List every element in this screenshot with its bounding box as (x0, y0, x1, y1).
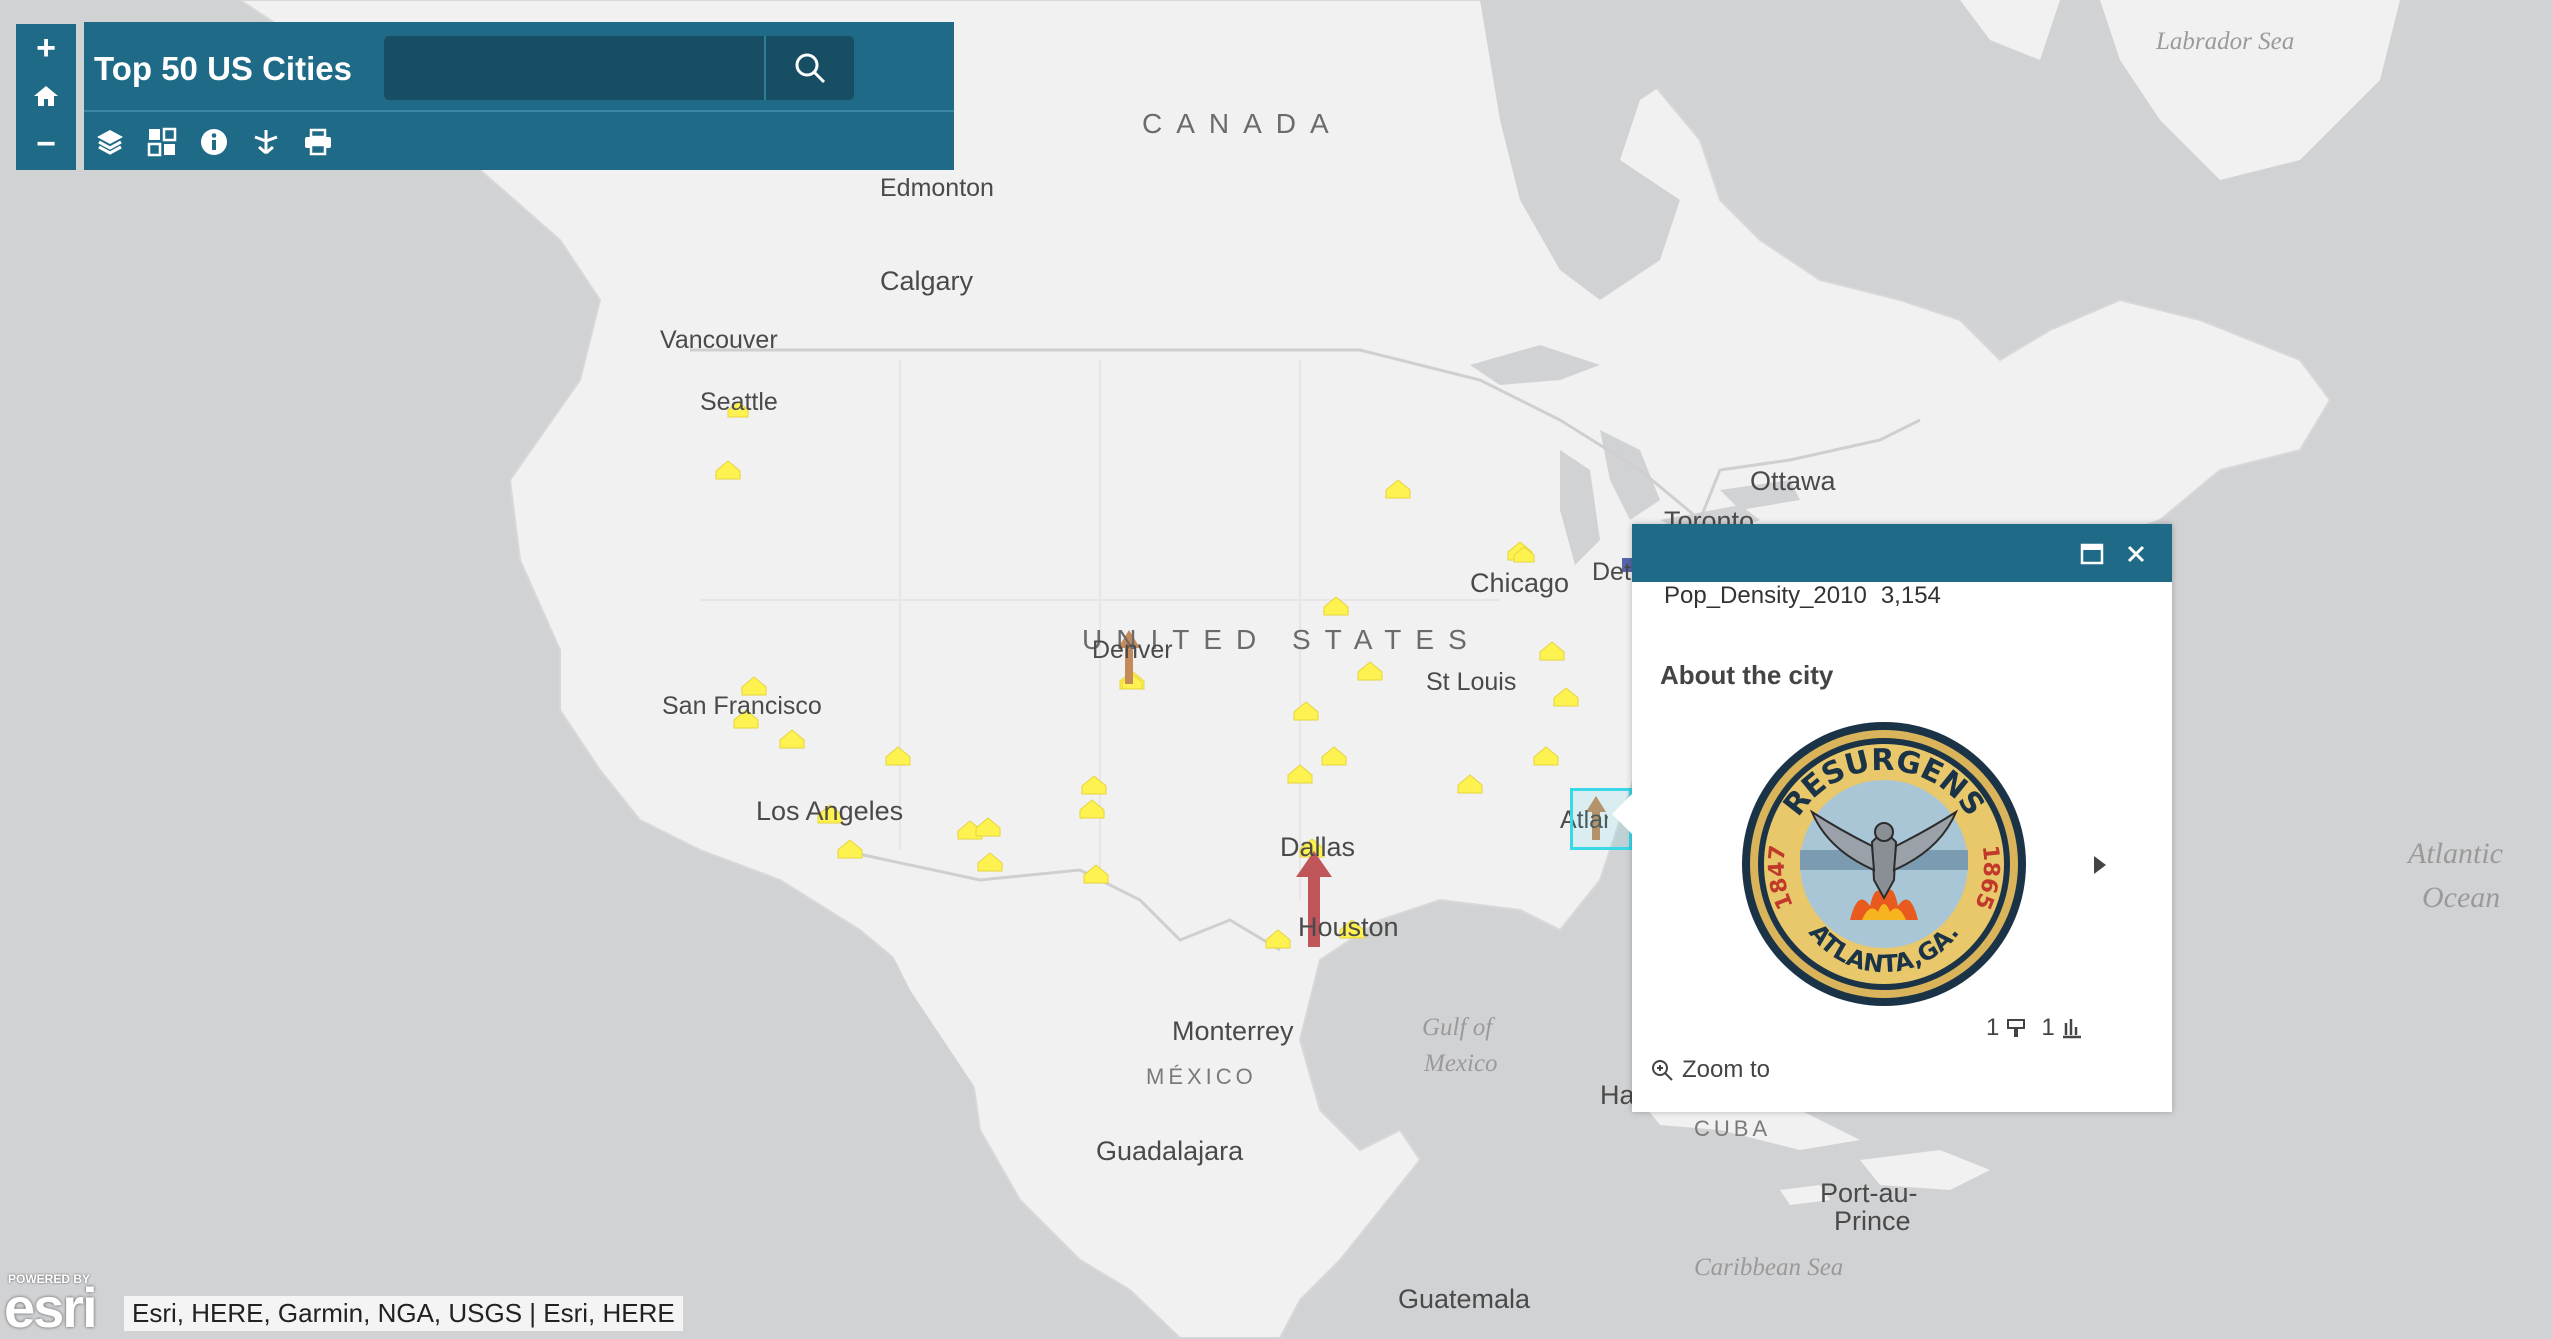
home-icon (34, 86, 58, 106)
media-next-button[interactable] (2092, 854, 2108, 881)
share-button[interactable] (240, 116, 292, 168)
label-dallas: Dallas (1280, 832, 1356, 862)
label-atlantic-1: Atlantic (2408, 837, 2503, 870)
popup-field-row: Pop_Density_2010 3,154 (1664, 582, 1941, 610)
map-attribution: Esri, HERE, Garmin, NGA, USGS | Esri, HE… (124, 1296, 683, 1331)
layers-button[interactable] (84, 116, 136, 168)
label-denver: Denver (1092, 636, 1173, 664)
layers-icon (97, 130, 123, 155)
popup-section-title: About the city (1660, 660, 1834, 690)
close-icon (2127, 545, 2145, 563)
about-button[interactable] (188, 116, 240, 168)
search-button[interactable] (764, 36, 854, 100)
label-edmonton: Edmonton (880, 174, 994, 202)
header-divider (84, 110, 954, 112)
search-input[interactable] (394, 44, 768, 92)
label-guadalajara: Guadalajara (1096, 1136, 1244, 1166)
home-button[interactable] (16, 72, 76, 120)
image-count: 1 (1986, 1014, 2000, 1041)
app-title: Top 50 US Cities (94, 50, 352, 87)
toolbar (84, 114, 344, 170)
label-port-au-prince-1: Port-au- (1820, 1178, 1918, 1208)
basemap-gallery-icon (147, 127, 177, 157)
label-chicago: Chicago (1470, 568, 1570, 598)
label-vancouver: Vancouver (660, 326, 778, 354)
label-cuba: CUBA (1694, 1116, 1772, 1141)
label-canada: CANADA (1142, 108, 1343, 139)
bar-chart-icon (2062, 1019, 2081, 1039)
label-labrador-sea: Labrador Sea (2156, 28, 2295, 55)
label-guatemala: Guatemala (1398, 1284, 1531, 1314)
basemap-gallery-button[interactable] (136, 116, 188, 168)
share-icon (254, 130, 278, 155)
zoom-in-button[interactable]: + (16, 24, 76, 72)
chart-count: 1 (2041, 1014, 2055, 1041)
label-caribbean-sea: Caribbean Sea (1694, 1254, 1844, 1281)
label-seattle: Seattle (700, 388, 778, 416)
search-icon (795, 53, 826, 84)
label-los-angeles: Los Angeles (756, 796, 904, 826)
search-box (384, 36, 854, 100)
zoom-to-link[interactable]: Zoom to (1650, 1056, 1770, 1084)
maximize-icon (2080, 543, 2104, 565)
image-icon (2007, 1019, 2026, 1037)
chevron-right-icon (2094, 856, 2106, 874)
app-header: Top 50 US Cities (84, 22, 954, 170)
popup-close-button[interactable] (2116, 534, 2156, 574)
city-seal-image: RESURGENS ATLANTA,GA. 1847 1865 (1742, 722, 2026, 1006)
label-mexico: MÉXICO (1146, 1064, 1257, 1089)
print-icon (305, 128, 331, 156)
popup-maximize-button[interactable] (2072, 534, 2112, 574)
label-san-francisco: San Francisco (662, 692, 822, 720)
esri-logo-text: esri (4, 1276, 98, 1339)
field-value: 3,154 (1880, 582, 1941, 609)
esri-logo[interactable]: POWERED BY esri (2, 1270, 120, 1336)
label-houston: Houston (1298, 912, 1399, 942)
label-ottawa: Ottawa (1750, 466, 1836, 496)
label-gulf-of-mexico-1: Gulf of (1422, 1014, 1493, 1041)
zoom-in-icon (1652, 1060, 1673, 1081)
zoom-control: + − (16, 24, 76, 170)
zoom-to-label: Zoom to (1682, 1056, 1771, 1083)
field-name: Pop_Density_2010 (1664, 582, 1867, 609)
label-st-louis: St Louis (1426, 668, 1517, 696)
popup-header (1632, 524, 2172, 582)
media-counts: 1 1 (1986, 1014, 2083, 1042)
feature-popup: Pop_Density_2010 3,154 About the city RES… (1612, 524, 2172, 1112)
label-monterrey: Monterrey (1172, 1016, 1294, 1046)
zoom-out-button[interactable]: − (16, 120, 76, 168)
popup-pointer (1612, 794, 1632, 834)
print-button[interactable] (292, 116, 344, 168)
info-icon (201, 129, 227, 155)
label-calgary: Calgary (880, 266, 974, 296)
label-atlantic-2: Ocean (2422, 881, 2501, 914)
label-port-au-prince-2: Prince (1834, 1206, 1911, 1236)
label-gulf-of-mexico-2: Mexico (1424, 1050, 1498, 1077)
label-havana: Havana (1600, 1080, 1632, 1110)
